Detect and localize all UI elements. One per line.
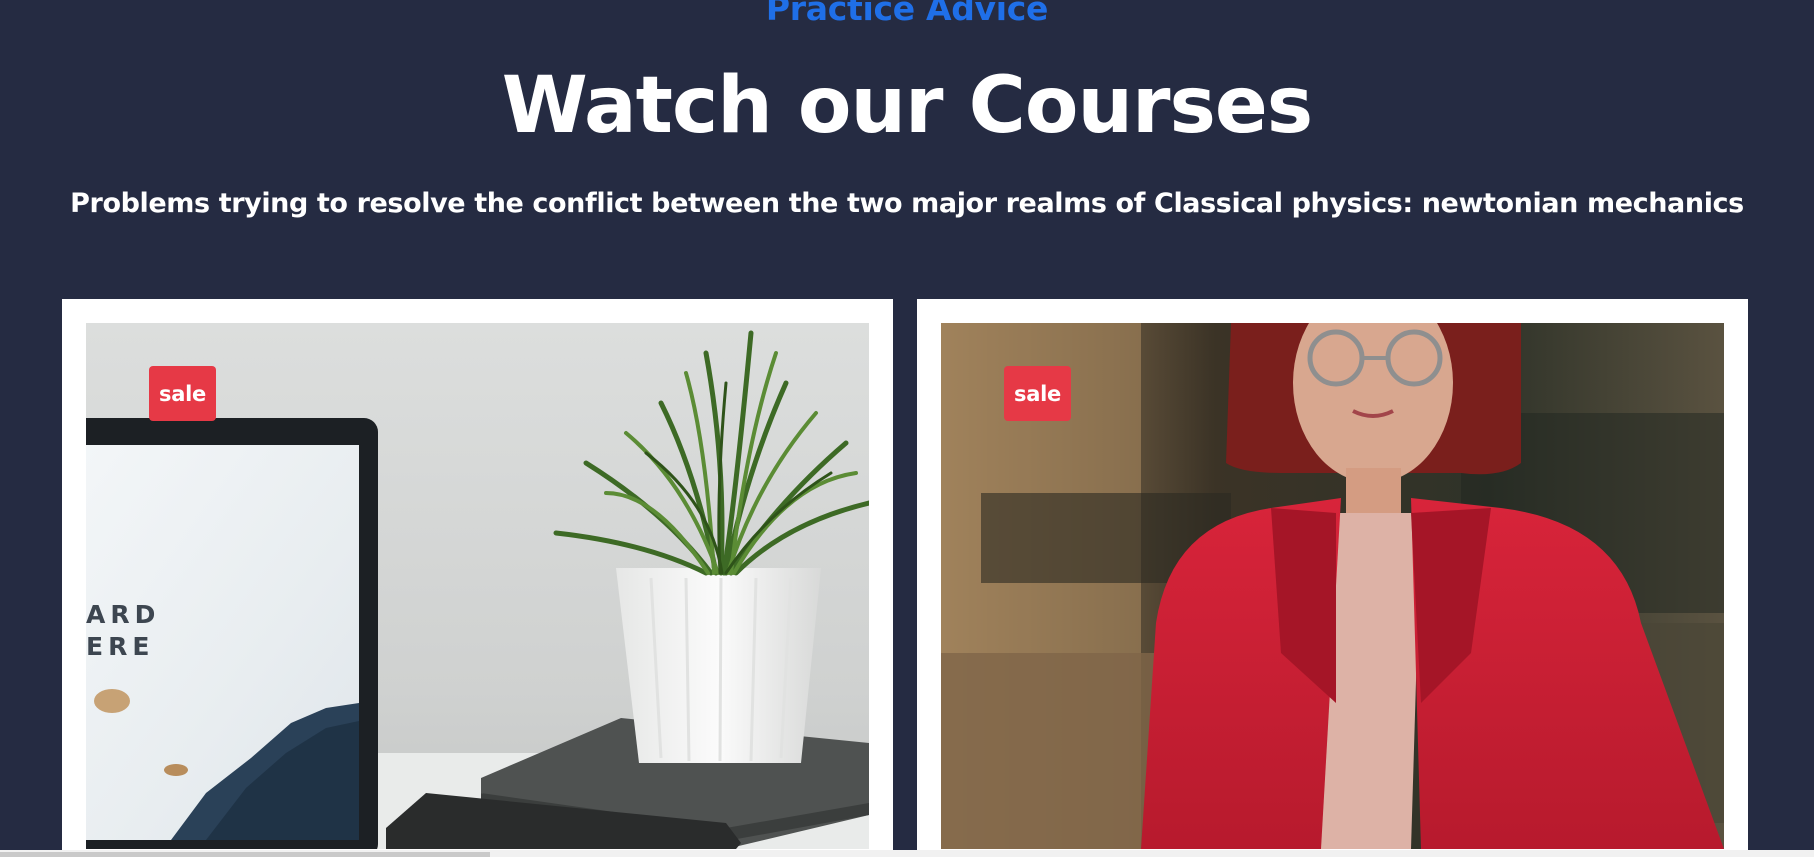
section-title: Watch our Courses [501,61,1313,151]
woman-red-jacket-portrait-image[interactable]: sale [941,323,1724,849]
svg-text:ARD: ARD [86,600,160,629]
svg-text:ERE: ERE [86,632,154,661]
sale-badge: sale [1004,366,1071,421]
section-eyebrow: Practice Advice [765,0,1049,28]
sale-badge: sale [149,366,216,421]
desk-laptop-plant-image[interactable]: ARD ERE sale [86,323,869,849]
course-card[interactable]: ARD ERE sale [62,299,893,857]
horizontal-scrollbar-thumb[interactable] [0,852,490,857]
courses-section: Practice Advice Watch our Courses Proble… [0,0,1814,857]
section-subtitle: Problems trying to resolve the conflict … [70,188,1744,219]
course-card[interactable]: sale [917,299,1748,857]
